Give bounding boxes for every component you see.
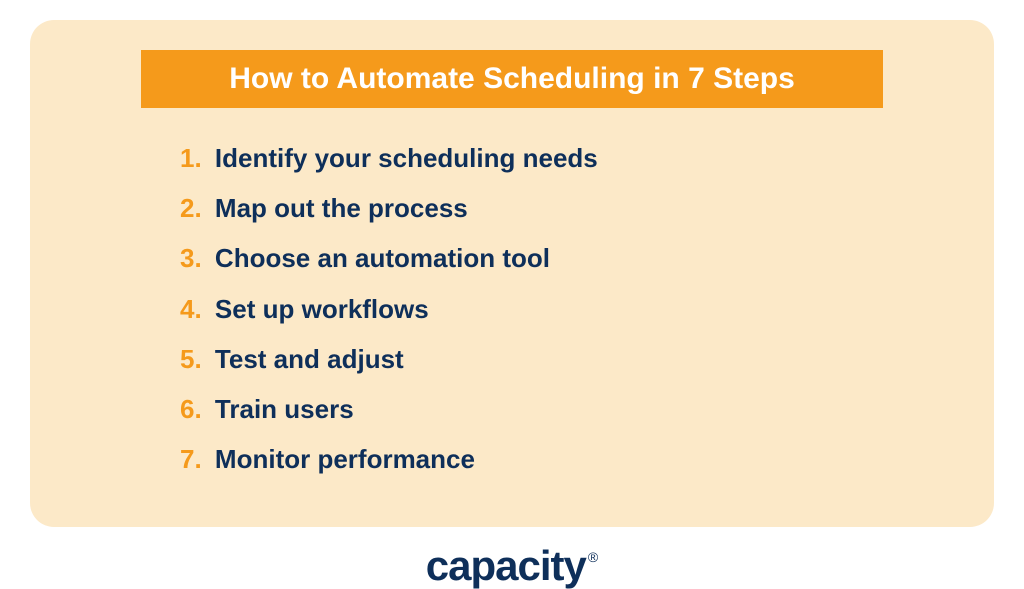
step-text: Map out the process	[215, 193, 468, 223]
title-banner: How to Automate Scheduling in 7 Steps	[141, 50, 884, 108]
step-text: Test and adjust	[215, 344, 404, 374]
list-item: 7. Monitor performance	[180, 437, 934, 481]
list-item: 4. Set up workflows	[180, 287, 934, 331]
step-text: Train users	[215, 394, 354, 424]
step-number: 6.	[180, 394, 202, 424]
steps-list: 1. Identify your scheduling needs 2. Map…	[90, 136, 934, 481]
step-number: 1.	[180, 143, 202, 173]
step-number: 5.	[180, 344, 202, 374]
step-number: 3.	[180, 243, 202, 273]
list-item: 3. Choose an automation tool	[180, 236, 934, 280]
card-title: How to Automate Scheduling in 7 Steps	[229, 62, 795, 95]
step-number: 2.	[180, 193, 202, 223]
logo-text: capacity	[426, 545, 586, 587]
registered-mark: ®	[588, 549, 598, 565]
step-number: 7.	[180, 444, 202, 474]
list-item: 5. Test and adjust	[180, 337, 934, 381]
step-text: Set up workflows	[215, 294, 429, 324]
step-text: Monitor performance	[215, 444, 475, 474]
list-item: 6. Train users	[180, 387, 934, 431]
logo: capacity ®	[426, 545, 598, 587]
step-number: 4.	[180, 294, 202, 324]
step-text: Choose an automation tool	[215, 243, 550, 273]
list-item: 2. Map out the process	[180, 186, 934, 230]
list-item: 1. Identify your scheduling needs	[180, 136, 934, 180]
step-text: Identify your scheduling needs	[215, 143, 598, 173]
info-card: How to Automate Scheduling in 7 Steps 1.…	[30, 20, 994, 527]
